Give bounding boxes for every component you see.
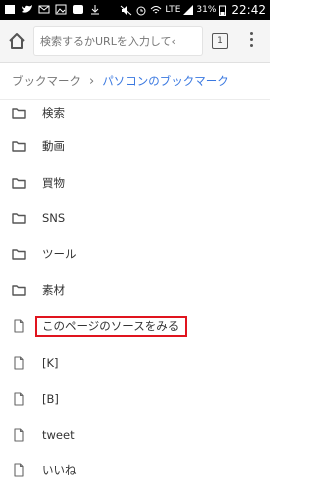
chevron-right-icon: › [89,73,95,89]
bookmark-label: ツール [42,247,77,261]
bookmark-label: 素材 [42,283,65,297]
app-icon [73,5,83,14]
search-input[interactable] [34,27,202,55]
bookmark-folder[interactable]: ツール [0,240,270,268]
bookmark-label: tweet [42,428,75,442]
bookmark-label: SNS [42,211,66,225]
page-icon [14,463,24,477]
bookmark-label: [K] [42,356,59,370]
status-bar: LTE 31% 22:42 [0,0,270,20]
battery-percent: 31% [196,5,217,15]
bookmark-label: いいね [42,463,77,477]
network-label: LTE [165,5,181,15]
page-icon [14,319,24,333]
bookmark-label: 動画 [42,139,65,153]
address-bar[interactable] [34,27,202,55]
bookmark-item[interactable]: [B] [0,385,270,413]
home-icon[interactable] [6,30,28,52]
bookmark-label: 検索 [42,106,65,120]
bookmark-folder[interactable]: SNS [0,204,270,232]
breadcrumb-root[interactable]: ブックマーク [12,73,81,89]
bookmark-item[interactable]: tweet [0,421,270,449]
mail-icon [38,5,50,14]
clock: 22:42 [231,3,266,17]
download-icon [91,5,99,15]
bookmark-folder[interactable]: 買物 [0,169,270,197]
page-icon [14,356,24,370]
bookmark-label: [B] [42,392,59,406]
folder-icon [12,249,26,260]
bookmark-folder[interactable]: 素材 [0,276,270,304]
battery-icon [219,5,227,16]
breadcrumb-current[interactable]: パソコンのブックマーク [102,73,229,89]
folder-icon [12,213,26,224]
bookmark-folder[interactable]: 動画 [0,132,270,160]
overflow-menu-icon[interactable] [246,32,256,50]
alarm-icon [136,6,146,15]
wifi-icon [151,5,162,13]
bookmark-label: 買物 [42,176,65,190]
page-icon [14,428,24,442]
signal-icon [183,4,194,15]
bookmark-folder[interactable]: 検索 [0,99,270,127]
tab-switcher-button[interactable]: 1 [212,33,228,49]
folder-icon [12,285,26,296]
folder-icon [12,178,26,189]
bookmark-item[interactable]: [K] [0,349,270,377]
page-icon [14,392,24,406]
folder-icon [12,141,26,152]
highlight-box [35,316,187,337]
notification-icon [5,5,15,14]
browser-toolbar: 1 [0,20,270,63]
twitter-icon [22,5,32,13]
folder-icon [12,108,26,119]
mute-icon [121,5,132,15]
breadcrumb: ブックマーク › パソコンのブックマーク [0,63,270,100]
gallery-icon [55,4,67,15]
